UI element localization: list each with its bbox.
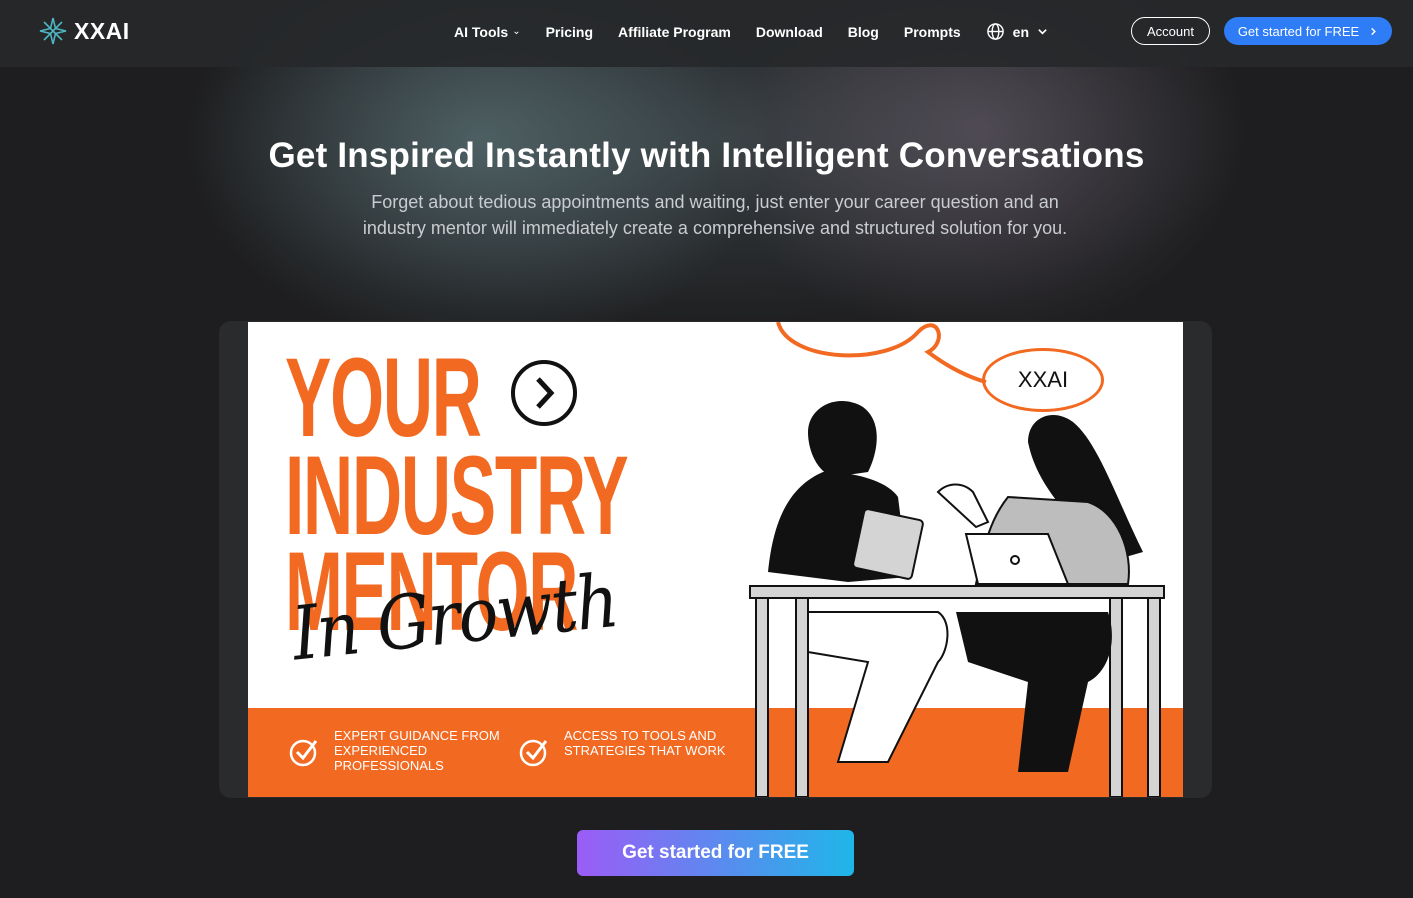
main-nav: AI Tools ⌄ Pricing Affiliate Program Dow…: [454, 22, 1048, 41]
hero-subtitle: Forget about tedious appointments and wa…: [362, 192, 1068, 238]
chevron-right-circle-icon: [511, 360, 577, 426]
nav-ai-tools-label: AI Tools: [454, 23, 509, 40]
nav-prompts[interactable]: Prompts: [904, 24, 961, 40]
banner-feature-1-text: EXPERT GUIDANCE FROM EXPERIENCED PROFESS…: [334, 728, 500, 773]
get-started-header-label: Get started for FREE: [1237, 23, 1360, 39]
logo[interactable]: XXAI: [38, 16, 130, 46]
star-logo-icon: [39, 17, 67, 45]
account-button[interactable]: Account: [1131, 17, 1210, 45]
get-started-cta-button[interactable]: Get started for FREE: [577, 830, 854, 876]
logo-text: XXAI: [74, 17, 130, 44]
chevron-down-icon: [1038, 29, 1047, 35]
banner-feature-2-text: ACCESS TO TOOLS AND STRATEGIES THAT WORK: [564, 728, 726, 758]
nav-pricing[interactable]: Pricing: [546, 24, 593, 40]
language-selector[interactable]: en: [986, 22, 1048, 41]
nav-download[interactable]: Download: [756, 24, 823, 40]
nav-ai-tools[interactable]: AI Tools ⌄: [454, 24, 521, 40]
chevron-right-icon: [1371, 27, 1377, 35]
language-label: en: [1012, 23, 1029, 40]
hero-title: Get Inspired Instantly with Intelligent …: [268, 136, 1145, 175]
banner-feature-1: EXPERT GUIDANCE FROM EXPERIENCED PROFESS…: [288, 728, 508, 773]
checkmark-circle-icon: [289, 739, 318, 767]
top-nav-bar: XXAI AI Tools ⌄ Pricing Affiliate Progra…: [0, 0, 1413, 67]
globe-icon: [986, 23, 1004, 40]
xxai-speech-bubble: XXAI: [982, 348, 1104, 412]
nav-blog[interactable]: Blog: [848, 24, 879, 40]
page: XXAI AI Tools ⌄ Pricing Affiliate Progra…: [0, 0, 1413, 898]
nav-affiliate-program[interactable]: Affiliate Program: [618, 24, 731, 40]
checkmark-circle-icon: [519, 739, 548, 767]
mentor-banner-image: YOUR INDUSTRY MENTOR In Growth XXAI EXPE…: [248, 322, 1183, 797]
chevron-down-icon: ⌄: [512, 26, 521, 37]
banner-feature-2: ACCESS TO TOOLS AND STRATEGIES THAT WORK: [518, 728, 738, 768]
get-started-header-button[interactable]: Get started for FREE: [1224, 17, 1392, 45]
